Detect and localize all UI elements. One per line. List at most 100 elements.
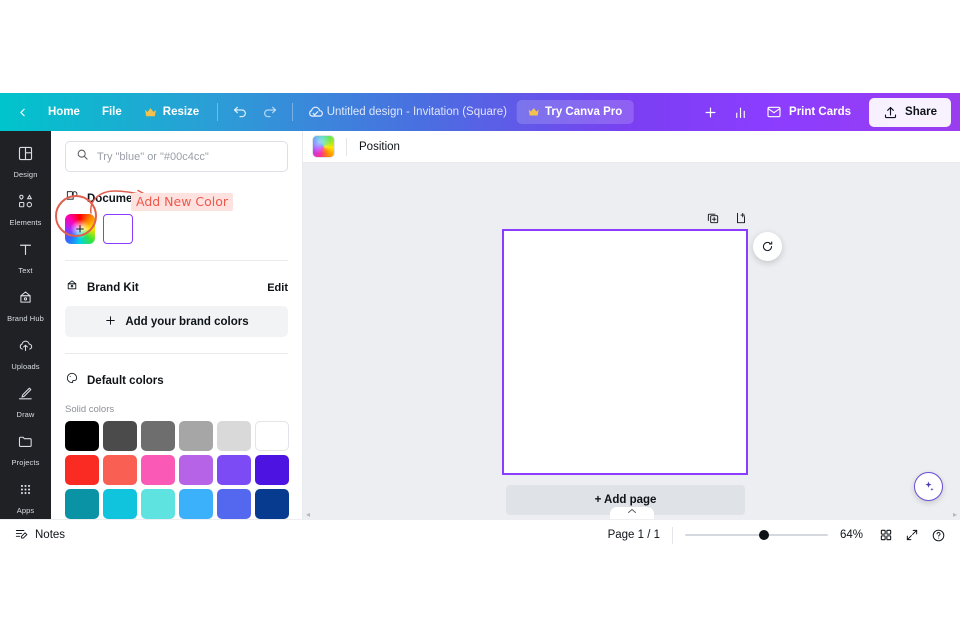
envelope-icon bbox=[766, 104, 782, 120]
redo-button[interactable] bbox=[256, 98, 284, 126]
print-cards-button[interactable]: Print Cards bbox=[756, 98, 861, 126]
color-swatch[interactable] bbox=[255, 455, 289, 485]
share-label: Share bbox=[905, 106, 937, 118]
position-divider bbox=[346, 137, 347, 156]
left-rail: Design Elements Text Brand Hub Uploads D… bbox=[0, 131, 51, 519]
brand-hub-icon bbox=[17, 289, 34, 311]
home-label: Home bbox=[48, 106, 80, 118]
sidebar-item-design[interactable]: Design bbox=[0, 137, 51, 185]
color-swatch[interactable] bbox=[217, 421, 251, 451]
editor-area: Position + Add page ◂ ▸ bbox=[303, 131, 960, 519]
document-color-swatch[interactable] bbox=[103, 214, 133, 244]
zoom-level-label[interactable]: 64% bbox=[840, 529, 867, 541]
color-swatch[interactable] bbox=[103, 421, 137, 451]
sidebar-item-elements[interactable]: Elements bbox=[0, 185, 51, 233]
zoom-slider-knob[interactable] bbox=[758, 530, 769, 540]
sidebar-item-label: Elements bbox=[9, 218, 42, 227]
file-menu-button[interactable]: File bbox=[92, 101, 132, 123]
notes-label: Notes bbox=[35, 529, 66, 541]
page-count-label[interactable]: Page 1 / 1 bbox=[608, 529, 660, 541]
color-swatch[interactable] bbox=[179, 421, 213, 451]
sidebar-item-apps[interactable]: Apps bbox=[0, 473, 51, 521]
add-button[interactable] bbox=[696, 98, 724, 126]
sidebar-item-uploads[interactable]: Uploads bbox=[0, 329, 51, 377]
document-title[interactable]: Untitled design - Invitation (Square) bbox=[327, 106, 507, 118]
top-toolbar-right: Print Cards Share bbox=[696, 97, 960, 127]
sidebar-item-label: Uploads bbox=[11, 362, 40, 371]
undo-button[interactable] bbox=[226, 98, 254, 126]
panel-divider-1 bbox=[65, 260, 288, 261]
solid-colors-grid bbox=[65, 421, 289, 519]
home-button[interactable]: Home bbox=[38, 101, 90, 123]
folder-icon bbox=[17, 433, 34, 455]
color-swatch[interactable] bbox=[65, 421, 99, 451]
help-circle-icon[interactable] bbox=[931, 528, 946, 543]
color-search-input[interactable]: Try "blue" or "#00c4cc" bbox=[65, 141, 288, 172]
add-brand-colors-button[interactable]: Add your brand colors bbox=[65, 306, 288, 337]
fullscreen-icon[interactable] bbox=[905, 528, 919, 542]
editor-body: Design Elements Text Brand Hub Uploads D… bbox=[0, 131, 960, 519]
try-canva-pro-button[interactable]: Try Canva Pro bbox=[516, 100, 634, 124]
sidebar-item-label: Projects bbox=[11, 458, 40, 467]
cloud-save-status-button[interactable] bbox=[301, 98, 329, 126]
color-swatch-button[interactable] bbox=[313, 136, 334, 157]
color-swatch[interactable] bbox=[255, 421, 289, 451]
color-swatch[interactable] bbox=[103, 489, 137, 519]
default-colors-title: Default colors bbox=[87, 374, 164, 387]
color-swatch[interactable] bbox=[65, 455, 99, 485]
grid-view-icon[interactable] bbox=[879, 528, 893, 542]
solid-colors-label: Solid colors bbox=[65, 404, 115, 415]
sidebar-item-label: Brand Hub bbox=[7, 314, 44, 323]
pro-label: Try Canva Pro bbox=[544, 106, 623, 118]
resize-button[interactable]: Resize bbox=[134, 101, 209, 123]
color-swatch[interactable] bbox=[141, 489, 175, 519]
share-button[interactable]: Share bbox=[869, 97, 951, 127]
upload-cloud-icon bbox=[17, 337, 34, 359]
sidebar-item-text[interactable]: Text bbox=[0, 233, 51, 281]
plus-icon: + bbox=[75, 220, 85, 238]
notes-icon bbox=[14, 527, 28, 544]
zoom-slider[interactable] bbox=[685, 528, 828, 542]
sidebar-item-projects[interactable]: Projects bbox=[0, 425, 51, 473]
color-swatch[interactable] bbox=[217, 489, 251, 519]
back-button[interactable] bbox=[8, 98, 36, 126]
design-page[interactable] bbox=[502, 229, 748, 475]
palette-icon bbox=[65, 371, 79, 390]
sidebar-item-label: Text bbox=[18, 266, 33, 275]
color-swatch[interactable] bbox=[141, 455, 175, 485]
file-label: File bbox=[101, 106, 122, 118]
pen-icon bbox=[17, 385, 34, 407]
resize-label: Resize bbox=[162, 106, 200, 118]
notes-button[interactable]: Notes bbox=[14, 527, 65, 544]
brand-kit-edit-button[interactable]: Edit bbox=[267, 282, 288, 294]
color-swatch[interactable] bbox=[65, 489, 99, 519]
color-swatch[interactable] bbox=[179, 455, 213, 485]
insights-button[interactable] bbox=[726, 98, 754, 126]
color-swatch[interactable] bbox=[217, 455, 251, 485]
rotate-page-button[interactable] bbox=[753, 232, 782, 261]
canvas-area[interactable]: + Add page ◂ ▸ bbox=[303, 163, 960, 519]
scroll-left-icon[interactable]: ◂ bbox=[306, 510, 310, 519]
crown-icon bbox=[528, 107, 540, 117]
document-colors-header: Document colors bbox=[65, 189, 288, 208]
duplicate-page-icon[interactable] bbox=[706, 211, 720, 230]
add-brand-colors-label: Add your brand colors bbox=[125, 315, 249, 328]
bottom-toolbar-right: Page 1 / 1 64% bbox=[608, 526, 946, 544]
add-page-icon[interactable] bbox=[734, 211, 748, 230]
sidebar-item-draw[interactable]: Draw bbox=[0, 377, 51, 425]
position-button[interactable]: Position bbox=[359, 141, 400, 153]
magic-sparkle-button[interactable] bbox=[914, 472, 943, 501]
upload-icon bbox=[883, 105, 898, 120]
color-swatch[interactable] bbox=[103, 455, 137, 485]
top-toolbar-center: Untitled design - Invitation (Square) Tr… bbox=[327, 100, 634, 124]
color-panel: Try "blue" or "#00c4cc" Document colors … bbox=[51, 131, 303, 519]
color-search-placeholder: Try "blue" or "#00c4cc" bbox=[97, 150, 209, 163]
collapse-panel-button[interactable] bbox=[609, 507, 654, 519]
plus-icon bbox=[703, 105, 718, 120]
sidebar-item-brand-hub[interactable]: Brand Hub bbox=[0, 281, 51, 329]
color-swatch[interactable] bbox=[179, 489, 213, 519]
add-new-color-swatch[interactable]: + bbox=[65, 214, 95, 244]
scroll-right-icon[interactable]: ▸ bbox=[953, 510, 957, 519]
color-swatch[interactable] bbox=[141, 421, 175, 451]
color-swatch[interactable] bbox=[255, 489, 289, 519]
